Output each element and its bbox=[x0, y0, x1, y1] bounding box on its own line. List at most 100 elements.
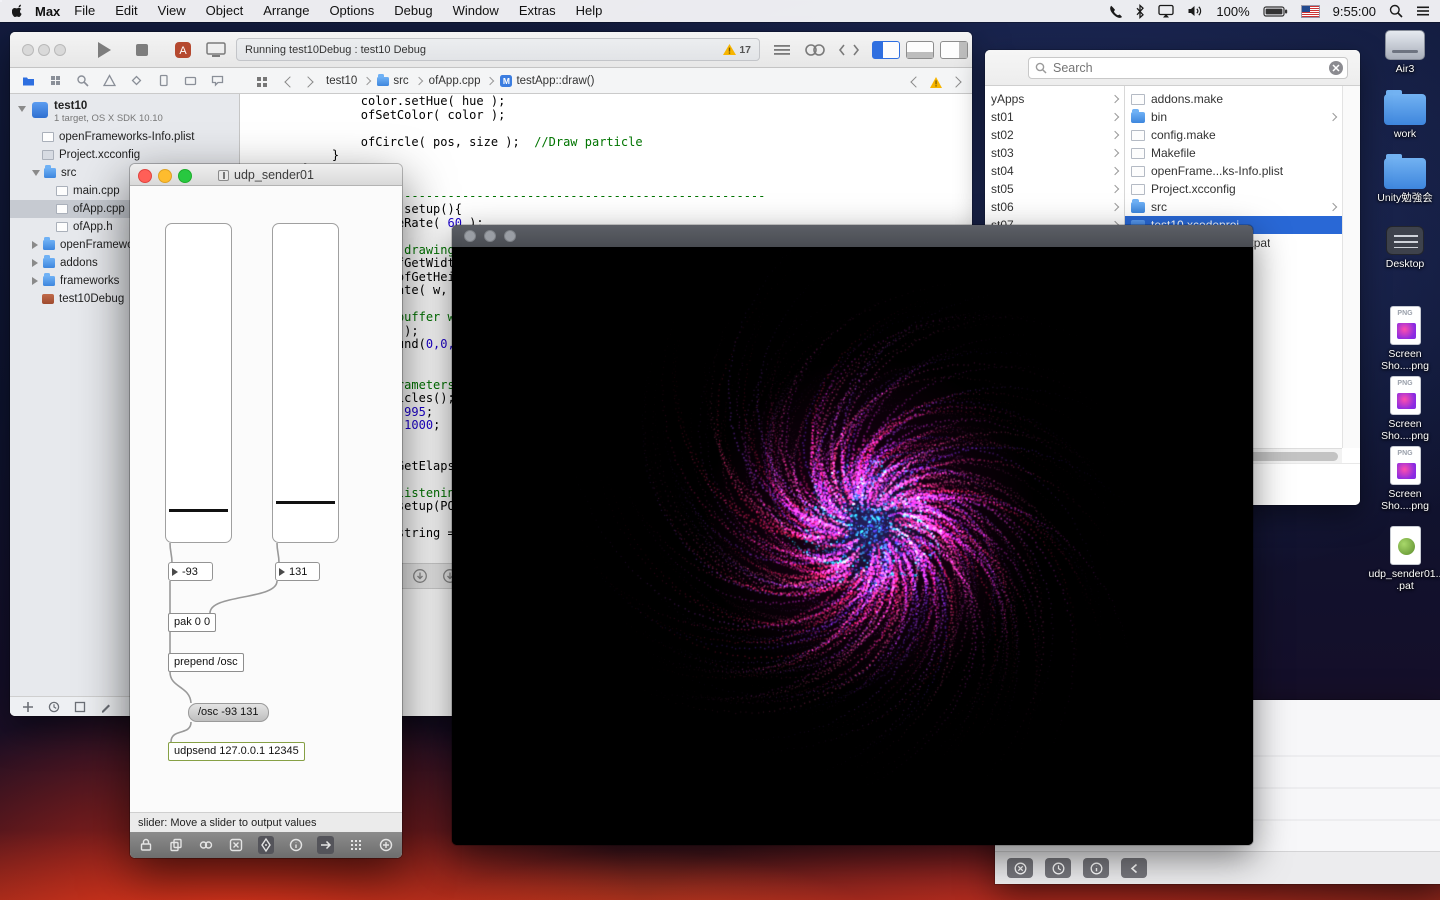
recent-icon[interactable] bbox=[1045, 858, 1071, 878]
forward-button[interactable] bbox=[302, 76, 313, 87]
toggle-utilities-button[interactable] bbox=[940, 41, 968, 59]
input-source-flag-icon[interactable] bbox=[1301, 5, 1320, 18]
menu-clock[interactable]: 9:55:00 bbox=[1333, 4, 1376, 19]
filter-edit-icon[interactable] bbox=[100, 701, 112, 713]
menu-edit[interactable]: Edit bbox=[105, 0, 147, 22]
slider-1-knob[interactable] bbox=[169, 509, 228, 512]
patcher-titlebar[interactable]: udp_sender01 bbox=[130, 164, 402, 186]
menu-file[interactable]: File bbox=[64, 0, 105, 22]
grid-icon[interactable] bbox=[347, 836, 364, 854]
disclosure-closed-icon[interactable] bbox=[32, 259, 38, 267]
battery-icon[interactable] bbox=[1263, 4, 1288, 19]
menu-extras[interactable]: Extras bbox=[509, 0, 566, 22]
finder-column1-item[interactable]: st01 bbox=[985, 108, 1124, 126]
pak-object[interactable]: pak 0 0 bbox=[168, 613, 216, 632]
finder-column1-item[interactable]: st06 bbox=[985, 198, 1124, 216]
udpsend-object[interactable]: udpsend 127.0.0.1 12345 bbox=[168, 742, 305, 761]
debug-navigator-icon[interactable] bbox=[157, 74, 170, 87]
of-titlebar[interactable] bbox=[452, 225, 1253, 247]
finder-column1-item[interactable]: st05 bbox=[985, 180, 1124, 198]
close-button[interactable] bbox=[22, 44, 34, 56]
scheme-icon[interactable]: A bbox=[174, 41, 192, 64]
menu-debug[interactable]: Debug bbox=[384, 0, 442, 22]
standard-editor-button[interactable] bbox=[772, 42, 792, 63]
report-navigator-icon[interactable] bbox=[211, 74, 224, 87]
menu-view[interactable]: View bbox=[148, 0, 196, 22]
vertical-scrollbar[interactable] bbox=[1342, 86, 1360, 448]
warning-badge[interactable]: 17 bbox=[723, 44, 751, 56]
device-icon[interactable] bbox=[206, 42, 226, 63]
disclosure-closed-icon[interactable] bbox=[32, 277, 38, 285]
slider-2-knob[interactable] bbox=[276, 501, 335, 504]
close-box-icon[interactable] bbox=[228, 836, 245, 854]
info-icon[interactable] bbox=[1083, 858, 1109, 878]
finder-column2-item[interactable]: bin bbox=[1125, 108, 1342, 126]
patcher-canvas[interactable]: -93 131 pak 0 0 prepend /osc /osc -93 13… bbox=[130, 186, 402, 858]
back-arrow-icon[interactable] bbox=[1121, 858, 1147, 878]
search-field[interactable] bbox=[1028, 57, 1348, 79]
desktop-icon[interactable]: PNGScreen Sho....png bbox=[1368, 306, 1440, 372]
desktop-icon[interactable]: PNGScreen Sho....png bbox=[1368, 446, 1440, 512]
menu-help[interactable]: Help bbox=[566, 0, 613, 22]
finder-column2-item[interactable]: config.make bbox=[1125, 126, 1342, 144]
minimize-button[interactable] bbox=[484, 230, 496, 242]
finder-column1-item[interactable]: st03 bbox=[985, 144, 1124, 162]
inspector-icon[interactable] bbox=[287, 836, 304, 854]
remove-icon[interactable] bbox=[1007, 858, 1033, 878]
previous-issue-button[interactable] bbox=[910, 76, 921, 87]
finder-column1-item[interactable]: st04 bbox=[985, 162, 1124, 180]
version-editor-button[interactable] bbox=[838, 42, 860, 63]
search-input[interactable] bbox=[1051, 60, 1329, 76]
finder-column2-item[interactable]: openFrame...ks-Info.plist bbox=[1125, 162, 1342, 180]
finder-column2-item[interactable]: src bbox=[1125, 198, 1342, 216]
menu-window[interactable]: Window bbox=[443, 0, 509, 22]
toggle-navigator-button[interactable] bbox=[872, 41, 900, 59]
issue-navigator-icon[interactable] bbox=[103, 74, 116, 87]
menu-options[interactable]: Options bbox=[319, 0, 384, 22]
symbol-navigator-icon[interactable] bbox=[49, 74, 62, 87]
apple-menu[interactable] bbox=[12, 4, 25, 19]
desktop-icon[interactable]: Unity勉強会 bbox=[1368, 158, 1440, 204]
breakpoint-navigator-icon[interactable] bbox=[184, 74, 197, 87]
airplay-icon[interactable] bbox=[1158, 4, 1174, 18]
navigator-item[interactable]: Project.xcconfig bbox=[10, 146, 239, 164]
desktop-icon[interactable]: Desktop bbox=[1368, 226, 1440, 270]
clear-search-icon[interactable] bbox=[1329, 61, 1343, 75]
slider-2[interactable] bbox=[272, 223, 339, 543]
breadcrumb-item[interactable]: src bbox=[393, 75, 408, 87]
lock-icon[interactable] bbox=[138, 836, 155, 854]
desktop-icon[interactable]: udp_sender01...pat bbox=[1368, 526, 1440, 592]
related-items-icon[interactable] bbox=[256, 75, 268, 93]
add-object-icon[interactable] bbox=[377, 836, 394, 854]
assistant-editor-button[interactable] bbox=[804, 42, 826, 63]
notification-center-icon[interactable] bbox=[1416, 5, 1430, 17]
toggle-debug-area-button[interactable] bbox=[906, 41, 934, 59]
number-box-2[interactable]: 131 bbox=[275, 562, 320, 581]
prepend-object[interactable]: prepend /osc bbox=[168, 653, 244, 672]
finder-column2-item[interactable]: addons.make bbox=[1125, 90, 1342, 108]
breadcrumb-item[interactable]: test10 bbox=[326, 75, 357, 87]
recent-files-icon[interactable] bbox=[48, 701, 60, 713]
back-button[interactable] bbox=[284, 76, 295, 87]
desktop-icon[interactable]: Air3 bbox=[1368, 30, 1440, 75]
stop-button[interactable] bbox=[136, 44, 148, 56]
zoom-button[interactable] bbox=[54, 44, 66, 56]
minimize-button[interactable] bbox=[38, 44, 50, 56]
debug-step-icon[interactable] bbox=[412, 568, 428, 584]
finder-column1-item[interactable]: st02 bbox=[985, 126, 1124, 144]
search-navigator-icon[interactable] bbox=[76, 74, 89, 87]
disclosure-closed-icon[interactable] bbox=[32, 241, 38, 249]
osc-message-box[interactable]: /osc -93 131 bbox=[188, 703, 269, 722]
close-button[interactable] bbox=[464, 230, 476, 242]
breadcrumb-item[interactable]: ofApp.cpp bbox=[429, 75, 481, 87]
volume-icon[interactable] bbox=[1187, 4, 1203, 18]
menu-object[interactable]: Object bbox=[196, 0, 254, 22]
duplicate-icon[interactable] bbox=[168, 836, 185, 854]
slider-tool-icon[interactable] bbox=[258, 836, 275, 854]
next-issue-button[interactable] bbox=[950, 76, 961, 87]
bluetooth-icon[interactable] bbox=[1135, 4, 1145, 19]
desktop-icon[interactable]: PNGScreen Sho....png bbox=[1368, 376, 1440, 442]
app-menu[interactable]: Max bbox=[35, 4, 60, 19]
navigator-project-row[interactable]: test10 1 target, OS X SDK 10.10 bbox=[10, 98, 239, 126]
finder-column2-item[interactable]: Project.xcconfig bbox=[1125, 180, 1342, 198]
